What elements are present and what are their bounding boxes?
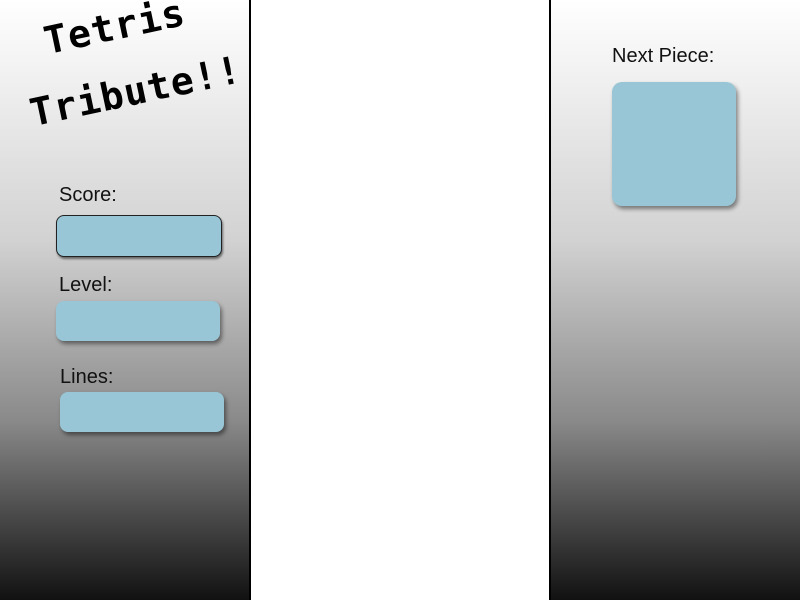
lines-label: Lines: — [60, 366, 114, 388]
score-value — [57, 216, 221, 256]
game-window: Tetris Tribute!! Score: Level: Lines: Ne… — [0, 0, 800, 600]
next-piece-preview — [612, 82, 736, 206]
title-line-1: Tetris — [40, 0, 190, 64]
level-box — [56, 301, 220, 341]
right-panel: Next Piece: — [549, 0, 800, 600]
lines-value — [60, 392, 224, 432]
game-board[interactable] — [251, 0, 549, 600]
level-label: Level: — [59, 274, 113, 296]
left-panel: Tetris Tribute!! Score: Level: Lines: — [0, 0, 251, 600]
next-piece-label: Next Piece: — [612, 45, 715, 67]
score-box — [56, 215, 222, 257]
lines-box — [60, 392, 224, 432]
game-title: Tetris Tribute!! — [18, 0, 248, 146]
score-label: Score: — [59, 184, 117, 206]
level-value — [56, 301, 220, 341]
